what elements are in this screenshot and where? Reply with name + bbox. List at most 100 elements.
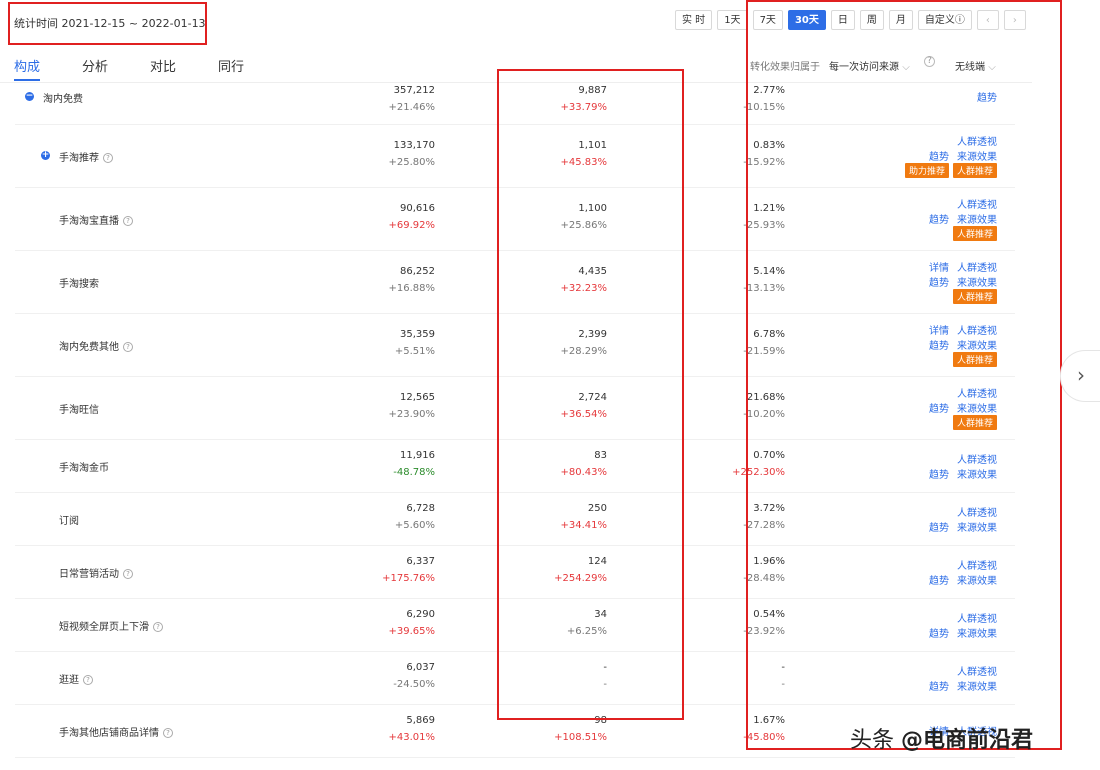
tab-analysis[interactable]: 分析 bbox=[82, 56, 108, 75]
audience-recommend-button[interactable]: 人群推荐 bbox=[953, 226, 997, 241]
source-effect-link[interactable]: 来源效果 bbox=[957, 152, 997, 163]
stat-time: 统计时间 2021-12-15 ~ 2022-01-13 bbox=[14, 15, 206, 31]
action-links: 趋势来源效果 bbox=[877, 337, 997, 352]
trend-link[interactable]: 趋势 bbox=[929, 215, 949, 226]
source-select[interactable]: 每一次访问来源 ⌵ bbox=[829, 58, 910, 73]
trend-link[interactable]: 趋势 bbox=[929, 629, 949, 640]
metric-value-2: 4,435 bbox=[517, 266, 607, 277]
audience-link[interactable]: 人群透视 bbox=[957, 508, 997, 519]
action-links: 趋势来源效果 bbox=[877, 625, 997, 640]
time-btn-7d[interactable]: 7天 bbox=[753, 10, 783, 30]
audience-link[interactable]: 人群透视 bbox=[957, 263, 997, 274]
source-effect-link[interactable]: 来源效果 bbox=[957, 278, 997, 289]
trend-link[interactable]: 趋势 bbox=[929, 278, 949, 289]
tab-compare[interactable]: 对比 bbox=[150, 56, 176, 75]
metric-change-2: +32.23% bbox=[517, 283, 607, 294]
time-btn-realtime[interactable]: 实 时 bbox=[675, 10, 712, 30]
help-icon[interactable]: ? bbox=[153, 622, 163, 632]
source-name: 淘内免费 bbox=[43, 90, 83, 105]
table-row: −淘内免费357,212+21.46%9,887+33.79%2.77%-10.… bbox=[15, 82, 1015, 125]
source-effect-link[interactable]: 来源效果 bbox=[957, 404, 997, 415]
help-icon[interactable]: ? bbox=[163, 728, 173, 738]
source-name-text: 手淘推荐 bbox=[59, 153, 99, 164]
tab-composition[interactable]: 构成 bbox=[14, 56, 40, 75]
audience-link[interactable]: 人群透视 bbox=[957, 614, 997, 625]
metric-value-3: 5.14% bbox=[695, 266, 785, 277]
next-arrow-icon[interactable]: › bbox=[1004, 10, 1026, 30]
help-icon[interactable]: ? bbox=[83, 675, 93, 685]
collapse-icon[interactable]: − bbox=[25, 92, 34, 101]
audience-link[interactable]: 人群透视 bbox=[957, 561, 997, 572]
trend-link[interactable]: 趋势 bbox=[929, 152, 949, 163]
audience-link[interactable]: 人群透视 bbox=[957, 200, 997, 211]
prev-arrow-icon[interactable]: ‹ bbox=[977, 10, 999, 30]
metric-change-1: +43.01% bbox=[345, 732, 435, 743]
metric-value-1: 11,916 bbox=[345, 450, 435, 461]
audience-recommend-button[interactable]: 人群推荐 bbox=[953, 352, 997, 367]
source-effect-link[interactable]: 来源效果 bbox=[957, 682, 997, 693]
table-row: 手淘淘宝直播?90,616+69.92%1,100+25.86%1.21%-25… bbox=[15, 188, 1015, 251]
time-btn-month[interactable]: 月 bbox=[889, 10, 913, 30]
audience-recommend-button[interactable]: 人群推荐 bbox=[953, 163, 997, 178]
action-links: 趋势来源效果 bbox=[877, 572, 997, 587]
source-effect-link[interactable]: 来源效果 bbox=[957, 523, 997, 534]
trend-link[interactable]: 趋势 bbox=[929, 470, 949, 481]
trend-link[interactable]: 趋势 bbox=[929, 404, 949, 415]
metric-change-2: +33.79% bbox=[517, 102, 607, 113]
chevron-right-icon[interactable]: › bbox=[1060, 350, 1100, 402]
trend-link[interactable]: 趋势 bbox=[977, 93, 997, 104]
source-effect-link[interactable]: 来源效果 bbox=[957, 215, 997, 226]
trend-link[interactable]: 趋势 bbox=[929, 576, 949, 587]
time-btn-week[interactable]: 周 bbox=[860, 10, 884, 30]
audience-link[interactable]: 人群透视 bbox=[957, 326, 997, 337]
time-btn-1d[interactable]: 1天 bbox=[717, 10, 747, 30]
time-btn-30d[interactable]: 30天 bbox=[788, 10, 826, 30]
source-effect-link[interactable]: 来源效果 bbox=[957, 629, 997, 640]
metric-change-1: +16.88% bbox=[345, 283, 435, 294]
source-effect-link[interactable]: 来源效果 bbox=[957, 470, 997, 481]
time-btn-day[interactable]: 日 bbox=[831, 10, 855, 30]
boost-recommend-button[interactable]: 助力推荐 bbox=[905, 163, 949, 178]
watermark-prefix: 头条 bbox=[850, 728, 901, 753]
source-name-text: 短视频全屏页上下滑 bbox=[59, 622, 149, 633]
help-icon[interactable]: ? bbox=[123, 342, 133, 352]
metric-change-1: +39.65% bbox=[345, 626, 435, 637]
action-links: 人群透视 bbox=[877, 663, 997, 678]
action-links: 人群透视 bbox=[877, 133, 997, 148]
source-name-text: 手淘旺信 bbox=[59, 405, 99, 416]
help-icon[interactable]: ? bbox=[123, 216, 133, 226]
action-links: 趋势来源效果 bbox=[877, 400, 997, 415]
source-name-text: 手淘其他店铺商品详情 bbox=[59, 728, 159, 739]
trend-link[interactable]: 趋势 bbox=[929, 523, 949, 534]
trend-link[interactable]: 趋势 bbox=[929, 682, 949, 693]
metric-value-1: 6,290 bbox=[345, 609, 435, 620]
audience-recommend-button[interactable]: 人群推荐 bbox=[953, 289, 997, 304]
metric-value-3: 2.77% bbox=[695, 85, 785, 96]
audience-link[interactable]: 人群透视 bbox=[957, 389, 997, 400]
source-effect-link[interactable]: 来源效果 bbox=[957, 341, 997, 352]
detail-link[interactable]: 详情 bbox=[929, 326, 949, 337]
table-row: 日常营销活动?6,337+175.76%124+254.29%1.96%-28.… bbox=[15, 546, 1015, 599]
metric-change-2: +254.29% bbox=[517, 573, 607, 584]
source-name: 手淘其他店铺商品详情? bbox=[59, 724, 173, 739]
metric-change-1: +69.92% bbox=[345, 220, 435, 231]
expand-icon[interactable]: + bbox=[41, 151, 50, 160]
tab-peers[interactable]: 同行 bbox=[218, 56, 244, 75]
metric-change-3: -25.93% bbox=[695, 220, 785, 231]
help-icon[interactable]: ? bbox=[103, 153, 113, 163]
detail-link[interactable]: 详情 bbox=[929, 263, 949, 274]
source-effect-link[interactable]: 来源效果 bbox=[957, 576, 997, 587]
source-name: 手淘淘金币 bbox=[59, 459, 109, 474]
trend-link[interactable]: 趋势 bbox=[929, 341, 949, 352]
audience-link[interactable]: 人群透视 bbox=[957, 137, 997, 148]
time-btn-custom[interactable]: 自定义ⓘ bbox=[918, 10, 972, 30]
metric-value-3: 21.68% bbox=[695, 392, 785, 403]
metric-value-3: 0.70% bbox=[695, 450, 785, 461]
help-icon[interactable]: ? bbox=[924, 56, 935, 67]
audience-recommend-button[interactable]: 人群推荐 bbox=[953, 415, 997, 430]
device-select[interactable]: 无线端 ⌵ bbox=[955, 58, 996, 73]
help-icon[interactable]: ? bbox=[123, 569, 133, 579]
metric-change-3: -10.15% bbox=[695, 102, 785, 113]
audience-link[interactable]: 人群透视 bbox=[957, 455, 997, 466]
audience-link[interactable]: 人群透视 bbox=[957, 667, 997, 678]
